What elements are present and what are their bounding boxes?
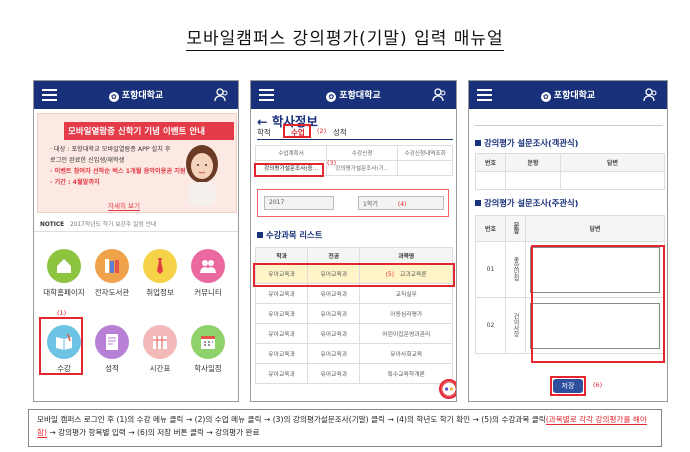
highlight-box-2 — [283, 124, 311, 138]
table-header: 번호 문항 답변 — [475, 153, 665, 172]
emblem-icon: ✿ — [108, 92, 119, 102]
tab-record[interactable]: 학적 — [257, 127, 271, 138]
submenu-registration-history[interactable]: 수강신청내역조회 — [397, 145, 453, 161]
screen-evaluation: ✿ 포항대학교 강의평가 설문조사(객관식) 번호 문항 답변 강의평가 설문조사… — [468, 80, 668, 402]
report-icon — [95, 325, 129, 359]
table-header: 번호 문항 답변 — [475, 215, 665, 242]
highlight-box-5 — [253, 263, 455, 287]
step-marker-3: (3) — [327, 159, 337, 167]
app-logo: ✿ 포항대학교 — [34, 88, 238, 102]
table-header: 학과 전공 과목명 — [254, 247, 453, 264]
divider — [257, 139, 453, 140]
event-banner[interactable]: 모바일열람증 신학기 기념 이벤트 안내 · 대상 : 포항대학교 모바일열람증… — [37, 113, 237, 213]
step-marker-6: (6) — [593, 381, 603, 389]
highlight-box-6 — [550, 376, 586, 396]
timetable-icon — [143, 325, 177, 359]
menu-timetable[interactable]: 시간표 — [136, 325, 184, 374]
app-header: ✿ 포항대학교 — [251, 81, 456, 109]
user-icon[interactable] — [432, 88, 448, 102]
instruction-note: 모바일 캠퍼스 로그인 후 (1)의 수강 메뉴 클릭 → (2)의 수업 메뉴… — [28, 409, 662, 447]
screen-home: ✿ 포항대학교 모바일열람증 신학기 기념 이벤트 안내 · 대상 : 포항대학교… — [33, 80, 239, 402]
menu-library[interactable]: 전자도서관 — [88, 249, 136, 298]
banner-more-link[interactable]: 자세히 보기 — [108, 200, 140, 211]
divider — [475, 125, 663, 126]
chatbot-icon[interactable] — [439, 379, 457, 399]
community-icon — [191, 249, 225, 283]
highlight-box-3 — [254, 163, 324, 177]
menu-jobs[interactable]: 취업정보 — [136, 249, 184, 298]
user-icon[interactable] — [214, 88, 230, 102]
notice-bar[interactable]: NOTICE 2017학년도 학기 보강주 일정 안내 — [40, 219, 156, 228]
calendar-icon — [191, 325, 225, 359]
app-header: ✿ 포항대학교 — [34, 81, 238, 109]
submenu-empty — [397, 160, 453, 176]
app-logo: ✿ 포항대학교 — [251, 88, 456, 102]
table-row — [475, 171, 665, 190]
tie-icon — [143, 249, 177, 283]
table-row[interactable]: 유아교육과 유아교육과 특수교육학개론 — [254, 363, 453, 384]
document-title: 모바일캠퍼스 강의평가(기말) 입력 매뉴얼 — [186, 29, 504, 51]
course-list-title: 수강과목 리스트 — [257, 229, 322, 241]
user-icon[interactable] — [643, 88, 659, 102]
submenu-syllabus[interactable]: 수업계획서 — [254, 145, 328, 161]
banner-title: 모바일열람증 신학기 기념 이벤트 안내 — [64, 122, 234, 140]
table-row[interactable]: 유아교육과 유아교육과 유아사회교육 — [254, 343, 453, 364]
year-select[interactable]: 2017 — [264, 196, 334, 210]
step-marker-2: (2) — [317, 127, 327, 135]
emblem-icon: ✿ — [326, 92, 337, 102]
divider — [34, 231, 238, 232]
subjective-survey-title: 강의평가 설문조사(주관식) — [475, 197, 578, 209]
books-icon — [95, 249, 129, 283]
model-photo — [186, 145, 218, 206]
step-marker-4: (4) — [397, 201, 407, 208]
table-row[interactable]: 유아교육과 유아교육과 어린이집운영과관리 — [254, 323, 453, 344]
home-icon — [47, 249, 81, 283]
tab-grades[interactable]: 성적 — [333, 127, 347, 138]
submenu-registration[interactable]: 수강신청 — [326, 145, 399, 161]
screen-academic: ✿ 포항대학교 ← 학사정보 학적 수업 (2) 성적 수업계획서 수강신청 수강… — [250, 80, 457, 402]
manual-page: 모바일캠퍼스 강의평가(기말) 입력 매뉴얼 ✿ 포항대학교 모바일열람증 신학기… — [0, 0, 690, 452]
menu-homepage[interactable]: 대학홈페이지 — [40, 249, 88, 298]
menu-community[interactable]: 커뮤니티 — [184, 249, 232, 298]
table-row[interactable]: 유아교육과 유아교육과 아동심리평가 — [254, 303, 453, 324]
step-marker-1: (1) — [57, 309, 67, 317]
emblem-icon: ✿ — [540, 92, 551, 102]
app-logo: ✿ 포항대학교 — [469, 88, 667, 102]
app-header: ✿ 포항대학교 — [469, 81, 667, 109]
objective-survey-table: 번호 문항 답변 — [475, 153, 665, 190]
term-select[interactable]: 1학기 (4) — [358, 196, 444, 210]
objective-survey-title: 강의평가 설문조사(객관식) — [475, 137, 578, 149]
menu-grades[interactable]: 성적 — [88, 325, 136, 374]
highlight-box-1 — [39, 317, 83, 375]
submenu-eval-final[interactable]: 강의평가설문조사(기... — [326, 160, 399, 176]
term-selector: 2017 1학기 (4) — [257, 189, 449, 217]
menu-calendar[interactable]: 학사일정 — [184, 325, 232, 374]
highlight-box-answers — [531, 245, 665, 363]
